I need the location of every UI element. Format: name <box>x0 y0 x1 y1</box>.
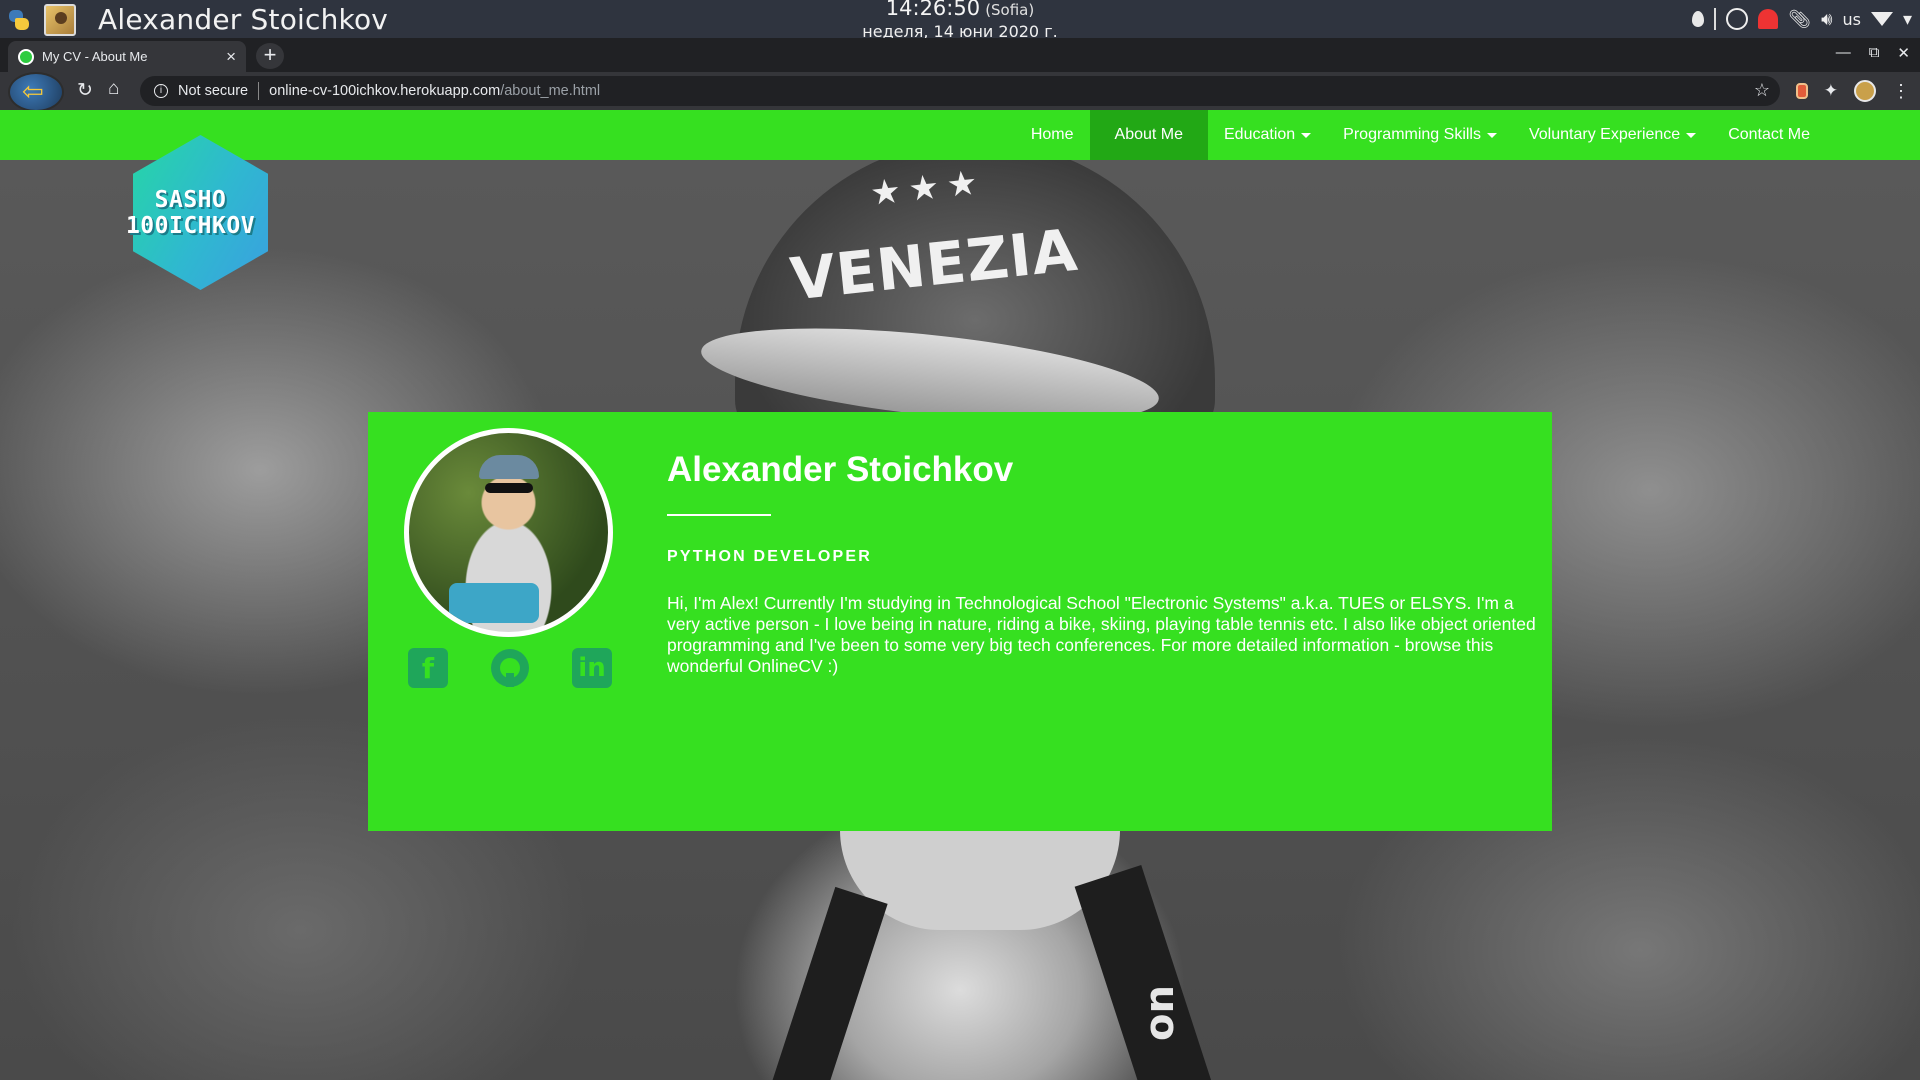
site-logo[interactable]: SASHO 100ICHKOV <box>108 135 268 290</box>
github-icon[interactable] <box>490 648 530 688</box>
circle-icon[interactable] <box>1726 8 1749 30</box>
browser-toolbar: ↻ ⌂ i Not secure online-cv-100ichkov.her… <box>0 72 1920 112</box>
extension-icon[interactable] <box>1795 83 1808 99</box>
github-icon-shape <box>491 649 529 687</box>
address-bar[interactable]: i Not secure online-cv-100ichkov.herokua… <box>140 76 1780 106</box>
profile-bio: Hi, I'm Alex! Currently I'm studying in … <box>667 593 1536 676</box>
profile-avatar-icon[interactable] <box>1854 80 1876 102</box>
wifi-icon[interactable] <box>1870 12 1893 26</box>
nav-voluntary-label: Voluntary Experience <box>1528 126 1681 143</box>
extensions-area: ✦ ⋮ <box>1795 80 1910 102</box>
avatar-glasses-shape <box>485 483 533 493</box>
new-tab-button[interactable]: + <box>256 43 284 69</box>
logo-line2: 100ICHKOV <box>125 213 256 239</box>
profile-name: Alexander Stoichkov <box>667 450 1014 489</box>
clock-time: 14:26:50 <box>885 0 981 20</box>
url-separator <box>258 82 260 100</box>
back-button[interactable] <box>8 72 64 112</box>
menu-dots-icon[interactable]: ⋮ <box>1892 81 1910 102</box>
keyboard-layout[interactable]: us <box>1842 10 1860 29</box>
avatar <box>404 428 613 637</box>
reload-icon[interactable]: ↻ <box>77 79 93 102</box>
url-path: /about_me.html <box>500 83 601 99</box>
background-strap-left <box>767 886 888 1080</box>
caret-down-icon <box>1486 132 1497 138</box>
os-panel-left: Alexander Stoichkov <box>6 3 388 36</box>
nav-about-me[interactable]: About Me <box>1089 110 1208 160</box>
logo-text: SASHO 100ICHKOV <box>108 187 273 239</box>
droplet-icon[interactable] <box>1692 11 1705 27</box>
avatar-bench-shape <box>449 583 539 623</box>
url-host: online-cv-100ichkov.herokuapp.com <box>269 83 501 99</box>
nav-voluntary-dropdown[interactable]: Voluntary Experience <box>1513 110 1712 160</box>
nav-home-label: Home <box>1030 126 1074 143</box>
nav-menu: Home About Me Education Programming Skil… <box>1015 110 1826 160</box>
os-top-panel: Alexander Stoichkov 14:26:50 (Sofia) нед… <box>0 0 1920 41</box>
profile-card: f in Alexander Stoichkov PYTHON DEVELOPE… <box>368 412 1552 831</box>
nav-programming-dropdown[interactable]: Programming Skills <box>1327 110 1513 160</box>
page-viewport: ★★★ VENEZIA on Home About Me Education P… <box>0 110 1920 1080</box>
tab-title: My CV - About Me <box>42 49 148 64</box>
puzzle-icon[interactable]: ✦ <box>1824 81 1838 101</box>
python-icon[interactable] <box>6 7 32 33</box>
nav-about-label: About Me <box>1114 126 1183 143</box>
linkedin-icon[interactable]: in <box>572 648 612 688</box>
minimize-icon[interactable]: — <box>1836 44 1851 62</box>
caret-down-icon <box>1301 132 1312 138</box>
nav-education-dropdown[interactable]: Education <box>1208 110 1327 160</box>
nav-home[interactable]: Home <box>1015 110 1090 160</box>
ghost-icon[interactable] <box>1758 9 1779 29</box>
nav-programming-label: Programming Skills <box>1343 126 1481 143</box>
app-thumbnail-icon[interactable] <box>44 3 76 36</box>
info-icon[interactable]: i <box>154 84 168 98</box>
tab-close-icon[interactable]: × <box>226 47 236 67</box>
volume-icon[interactable]: 🔊︎ <box>1821 9 1832 30</box>
os-window-title: Alexander Stoichkov <box>98 3 389 36</box>
tab-favicon-icon <box>18 48 34 65</box>
facebook-icon[interactable]: f <box>408 648 448 688</box>
nav-contact[interactable]: Contact Me <box>1712 110 1826 160</box>
logo-line1: SASHO <box>154 187 227 213</box>
nav-contact-label: Contact Me <box>1728 126 1810 143</box>
title-divider <box>667 514 771 516</box>
close-icon[interactable]: ✕ <box>1897 44 1910 62</box>
home-icon[interactable]: ⌂ <box>108 78 119 100</box>
browser-tab[interactable]: My CV - About Me × <box>8 41 246 72</box>
background-strap-right <box>1074 865 1216 1080</box>
clock-timezone: (Sofia) <box>985 1 1035 19</box>
chevron-down-icon[interactable]: ▾ <box>1903 9 1912 30</box>
browser-tab-strip: My CV - About Me × + — ⧉ ✕ <box>0 38 1920 72</box>
bookmark-star-icon[interactable]: ☆ <box>1754 80 1770 101</box>
background-strap-text: on <box>1136 985 1183 1041</box>
social-links: f in <box>408 648 612 688</box>
site-navbar: Home About Me Education Programming Skil… <box>0 110 1920 160</box>
profile-role: PYTHON DEVELOPER <box>667 548 873 565</box>
caret-down-icon <box>1686 132 1697 138</box>
tray-separator <box>1714 8 1717 30</box>
system-tray: 📎︎ 🔊︎ us ▾ <box>1692 8 1912 30</box>
avatar-cap-shape <box>479 455 539 479</box>
window-controls: — ⧉ ✕ <box>1836 44 1910 62</box>
security-label[interactable]: Not secure <box>178 83 248 99</box>
paperclip-icon[interactable]: 📎︎ <box>1788 9 1811 30</box>
restore-icon[interactable]: ⧉ <box>1869 44 1880 62</box>
nav-education-label: Education <box>1224 126 1296 143</box>
